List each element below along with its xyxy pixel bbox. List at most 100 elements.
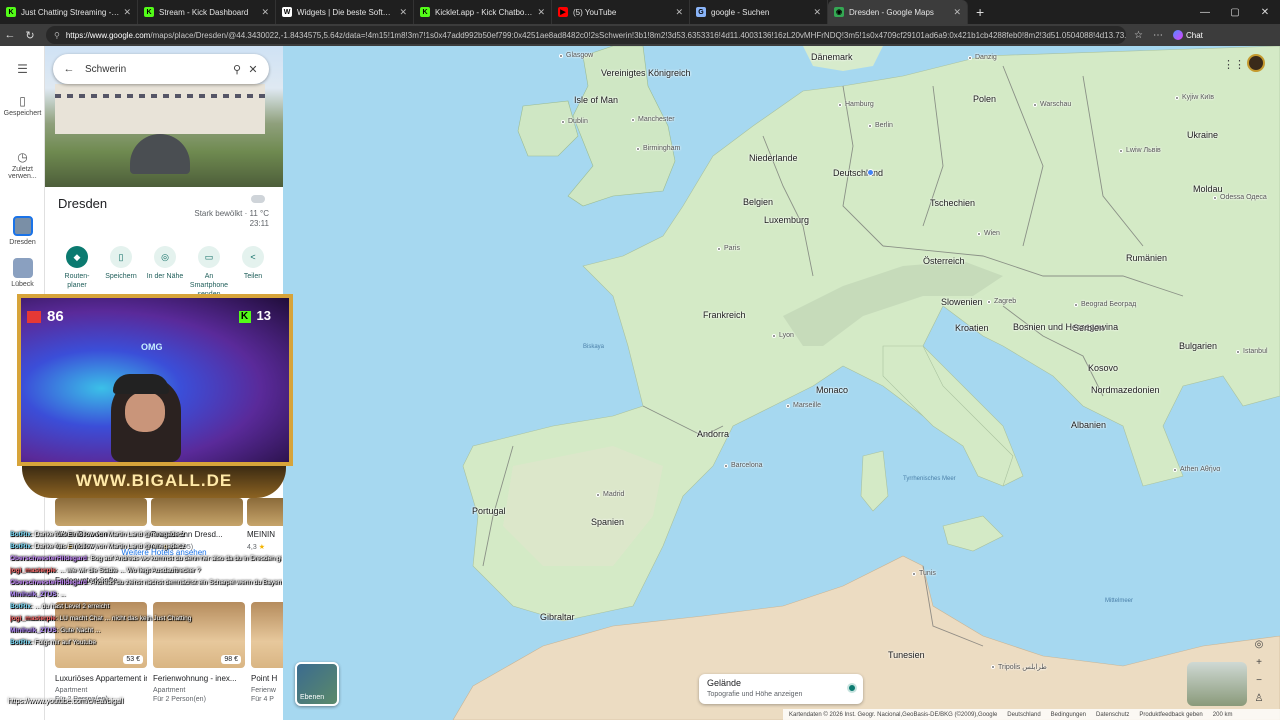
map-footer-link[interactable]: Bedingungen	[1051, 712, 1086, 718]
close-window-icon[interactable]: ✕	[1250, 7, 1280, 18]
browser-tab[interactable]: K Kicklet.app - Kick Chatbot and Ov✕	[414, 0, 552, 24]
map-footer-link[interactable]: 200 km	[1213, 712, 1233, 718]
country-label[interactable]: Frankreich	[703, 310, 746, 320]
city-label[interactable]: Lwiw Львів	[1126, 147, 1161, 154]
tab-close-icon[interactable]: ✕	[261, 7, 269, 18]
rail-saved-button[interactable]: ▯ Gespeichert	[0, 94, 45, 117]
city-label[interactable]: Tunis	[919, 570, 936, 577]
country-label[interactable]: Belgien	[743, 197, 773, 207]
reload-icon[interactable]: ↻	[20, 29, 40, 42]
zoom-in-button[interactable]: +	[1249, 654, 1269, 672]
back-icon[interactable]: ←	[0, 29, 20, 41]
action-button[interactable]: < Teilen	[231, 246, 275, 299]
country-label[interactable]: Slowenien	[941, 297, 983, 307]
city-label[interactable]: Marseille	[793, 402, 821, 409]
country-label[interactable]: Kosovo	[1088, 363, 1118, 373]
city-label[interactable]: Barcelona	[731, 462, 763, 469]
country-label[interactable]: Ukraine	[1187, 130, 1218, 140]
city-label[interactable]: Dublin	[568, 118, 588, 125]
close-icon[interactable]: ✕	[245, 63, 261, 76]
zoom-out-button[interactable]: −	[1249, 672, 1269, 690]
browser-tab[interactable]: ▶ (5) YouTube ✕	[552, 0, 690, 24]
country-label[interactable]: Isle of Man	[574, 95, 618, 105]
site-info-icon[interactable]: ⚲	[54, 31, 60, 40]
country-label[interactable]: Bulgarien	[1179, 341, 1217, 351]
browser-tab[interactable]: ◉ Dresden - Google Maps ✕	[828, 0, 968, 24]
country-label[interactable]: Monaco	[816, 385, 848, 395]
city-label[interactable]: Danzig	[975, 54, 997, 61]
country-label[interactable]: Vereinigtes Königreich	[601, 68, 691, 78]
city-label[interactable]: Lyon	[779, 332, 794, 339]
url-input[interactable]: ⚲ https://www.google.com/maps/place/Dres…	[46, 26, 1126, 44]
city-label[interactable]: Paris	[724, 245, 740, 252]
map-footer-link[interactable]: Produktfeedback geben	[1139, 712, 1202, 718]
street-view-thumbnail[interactable]	[1187, 662, 1247, 706]
tab-close-icon[interactable]: ✕	[123, 7, 131, 18]
country-label[interactable]: Albanien	[1071, 420, 1106, 430]
action-button[interactable]: ◆ Routen-planer	[55, 246, 99, 299]
country-label[interactable]: Andorra	[697, 429, 729, 439]
pegman-icon[interactable]: ♙	[1249, 690, 1269, 708]
country-label[interactable]: Niederlande	[749, 153, 798, 163]
city-label[interactable]: Odessa Одеса	[1220, 194, 1267, 201]
new-tab-icon[interactable]: +	[976, 4, 984, 20]
city-label[interactable]: Wien	[984, 230, 1000, 237]
country-label[interactable]: Moldau	[1193, 184, 1223, 194]
action-button[interactable]: ▯ Speichern	[99, 246, 143, 299]
map-canvas[interactable]: Dänemark Vereinigtes Königreich Isle of Ma…	[283, 46, 1280, 720]
browser-tab[interactable]: W Widgets | Die beste Software zur C✕	[276, 0, 414, 24]
country-label[interactable]: Luxemburg	[764, 215, 809, 225]
tab-close-icon[interactable]: ✕	[813, 7, 821, 18]
chat-button[interactable]: Chat	[1172, 30, 1203, 40]
city-label[interactable]: Zagreb	[994, 298, 1016, 305]
browser-tab[interactable]: K Stream - Kick Dashboard ✕	[138, 0, 276, 24]
tab-close-icon[interactable]: ✕	[953, 7, 961, 18]
search-input[interactable]: Schwerin	[85, 64, 229, 75]
menu-button[interactable]: ☰	[0, 62, 45, 78]
action-button[interactable]: ▭An Smartphone senden	[187, 246, 231, 299]
city-label[interactable]: Athen Αθήνα	[1180, 466, 1220, 473]
search-icon[interactable]: ⚲	[229, 63, 245, 76]
city-label[interactable]: Madrid	[603, 491, 624, 498]
bookmark-star-icon[interactable]: ☆	[1134, 30, 1143, 41]
back-arrow-icon[interactable]: ←	[61, 63, 77, 75]
city-label[interactable]: Berlin	[875, 122, 893, 129]
extensions-icon[interactable]: ⋯	[1153, 30, 1163, 41]
city-label[interactable]: Warschau	[1040, 101, 1071, 108]
browser-tab[interactable]: Ggoogle - Suchen ✕	[690, 0, 828, 24]
tab-close-icon[interactable]: ✕	[399, 7, 407, 18]
country-label[interactable]: Kroatien	[955, 323, 989, 333]
sea-label[interactable]: Tyrrhenisches Meer	[903, 476, 956, 482]
country-label[interactable]: Deutschland	[833, 168, 883, 178]
city-label[interactable]: Glasgow	[566, 52, 593, 59]
country-label[interactable]: Serbien	[1073, 323, 1104, 333]
country-label[interactable]: Tschechien	[930, 198, 975, 208]
country-label[interactable]: Nordmazedonien	[1091, 385, 1160, 395]
city-label[interactable]: Kyjiw Київ	[1182, 94, 1214, 101]
country-label[interactable]: Österreich	[923, 256, 965, 266]
map-footer-link[interactable]: Deutschland	[1007, 712, 1040, 718]
tab-close-icon[interactable]: ✕	[537, 7, 545, 18]
rail-dresden-button[interactable]: Dresden	[0, 216, 45, 246]
account-avatar[interactable]	[1247, 54, 1265, 72]
country-label[interactable]: Portugal	[472, 506, 506, 516]
minimize-icon[interactable]: —	[1190, 7, 1220, 18]
rail-luebeck-button[interactable]: Lübeck	[0, 258, 45, 288]
google-apps-icon[interactable]: ⋮⋮	[1223, 58, 1245, 71]
action-button[interactable]: ◎ In der Nähe	[143, 246, 187, 299]
layers-button[interactable]: Ebenen	[295, 662, 339, 706]
terrain-toggle[interactable]: Gelände Topografie und Höhe anzeigen	[699, 674, 863, 704]
city-label[interactable]: Manchester	[638, 116, 675, 123]
terrain-switch[interactable]	[847, 683, 857, 693]
city-label[interactable]: Birmingham	[643, 145, 680, 152]
country-label[interactable]: Polen	[973, 94, 996, 104]
locate-icon[interactable]: ◎	[1249, 636, 1269, 654]
country-label[interactable]: Spanien	[591, 517, 624, 527]
country-label[interactable]: Gibraltar	[540, 612, 575, 622]
city-label[interactable]: Tripolis طرابلس	[998, 663, 1047, 671]
rail-recent-button[interactable]: ◷ Zuletzt verwen...	[0, 150, 45, 180]
country-label[interactable]: Dänemark	[811, 52, 853, 62]
city-label[interactable]: Beograd Београд	[1081, 301, 1136, 308]
city-label[interactable]: Hamburg	[845, 101, 874, 108]
city-label[interactable]: Istanbul	[1243, 348, 1268, 355]
